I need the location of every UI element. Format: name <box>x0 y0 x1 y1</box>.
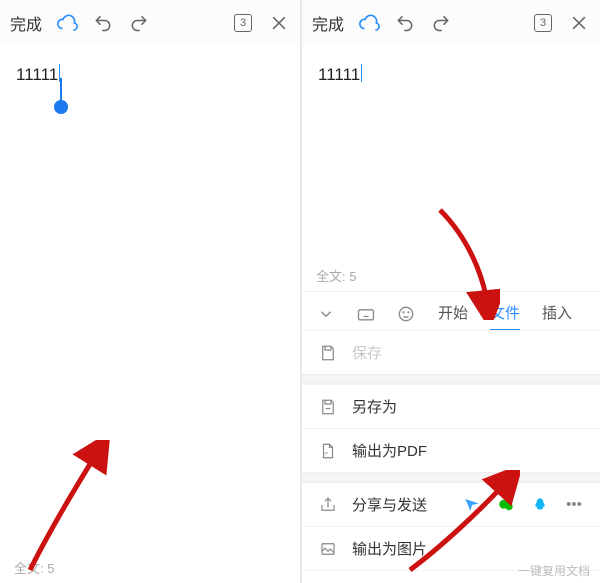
page-indicator[interactable]: 3 <box>532 12 554 34</box>
share-icon <box>318 496 338 514</box>
assistant-icon[interactable] <box>394 302 418 326</box>
menu-share[interactable]: 分享与发送 ••• <box>302 482 600 526</box>
svg-text:P: P <box>325 450 328 455</box>
selection-handle-stem[interactable] <box>60 78 62 102</box>
word-count-left: 全文: 5 <box>0 552 300 583</box>
topbar-right: 完成 3 <box>302 0 600 46</box>
menu-save-as-label: 另存为 <box>352 396 397 417</box>
bottom-hint: 一键复用文档 <box>518 562 590 579</box>
cloud-sync-icon[interactable] <box>56 12 78 34</box>
document-text: 11111 <box>318 65 360 84</box>
topbar-left: 完成 3 <box>0 0 300 46</box>
document-body-right[interactable]: 11111 <box>302 46 600 103</box>
undo-icon[interactable] <box>92 12 114 34</box>
tab-file[interactable]: 文件 <box>490 296 520 331</box>
menu-export-pdf-label: 输出为PDF <box>352 440 427 461</box>
more-icon[interactable]: ••• <box>564 495 584 515</box>
document-body[interactable]: 11111 <box>0 46 300 103</box>
left-pane: 完成 3 11111 全文: 5 <box>0 0 300 583</box>
menu-export-pdf[interactable]: P 输出为PDF <box>302 428 600 472</box>
text-caret <box>361 64 362 82</box>
page-indicator[interactable]: 3 <box>232 12 254 34</box>
keyboard-icon[interactable] <box>354 302 378 326</box>
pdf-icon: P <box>318 442 338 460</box>
tab-start[interactable]: 开始 <box>438 296 468 331</box>
page-count-icon: 3 <box>534 14 552 32</box>
wechat-icon[interactable] <box>496 495 516 515</box>
menu-save: 保存 <box>302 330 600 374</box>
word-count-right: 全文: 5 <box>302 260 600 291</box>
image-icon <box>318 540 338 558</box>
done-button[interactable]: 完成 <box>10 11 42 35</box>
selection-handle-icon[interactable] <box>54 100 68 114</box>
save-icon <box>318 344 338 362</box>
menu-share-label: 分享与发送 <box>352 494 427 515</box>
close-icon[interactable] <box>568 12 590 34</box>
qq-icon[interactable] <box>530 495 550 515</box>
save-as-icon <box>318 398 338 416</box>
cloud-sync-icon[interactable] <box>358 12 380 34</box>
toolbar-tabs: 开始 文件 插入 <box>302 291 600 335</box>
file-menu: 保存 另存为 P 输出为PDF 分享与发送 <box>302 330 600 583</box>
document-text: 11111 <box>16 65 58 84</box>
menu-export-img-label: 输出为图片 <box>352 538 427 559</box>
right-pane: 完成 3 11111 全文: 5 <box>300 0 600 583</box>
redo-icon[interactable] <box>128 12 150 34</box>
close-icon[interactable] <box>268 12 290 34</box>
collapse-icon[interactable] <box>314 302 338 326</box>
undo-icon[interactable] <box>394 12 416 34</box>
dingtalk-icon[interactable] <box>462 495 482 515</box>
done-button-right[interactable]: 完成 <box>312 11 344 35</box>
menu-save-as[interactable]: 另存为 <box>302 384 600 428</box>
menu-save-label: 保存 <box>352 342 382 363</box>
tab-insert[interactable]: 插入 <box>542 296 572 331</box>
redo-icon[interactable] <box>430 12 452 34</box>
page-count-icon: 3 <box>234 14 252 32</box>
